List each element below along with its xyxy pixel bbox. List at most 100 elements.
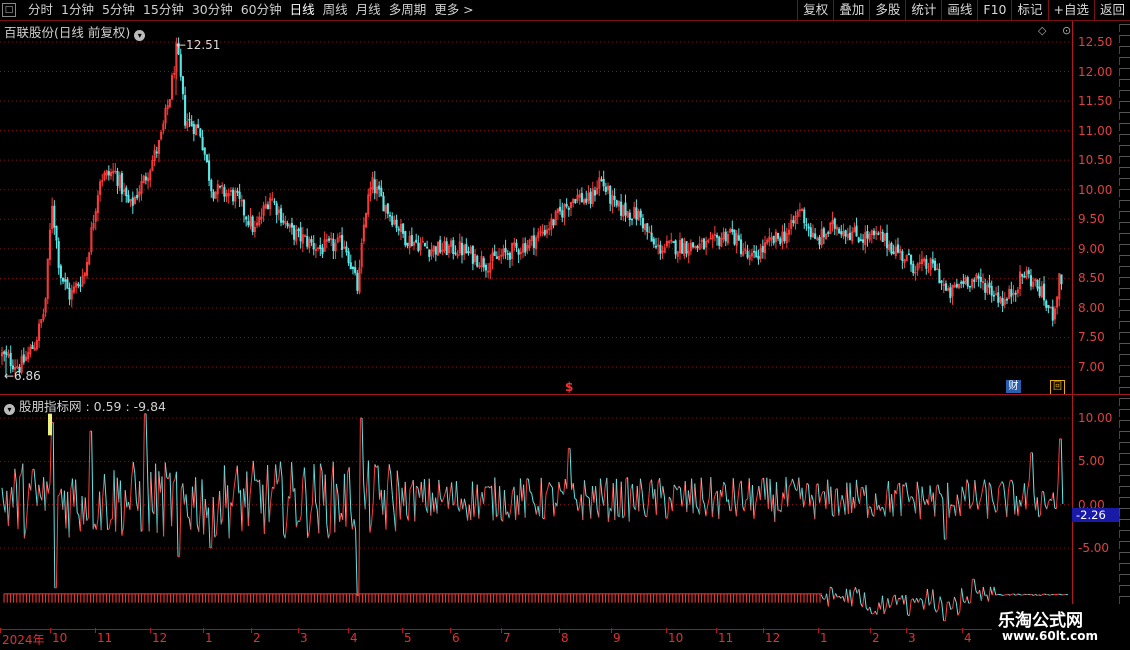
- bottom-line-segment: [835, 593, 838, 598]
- tab-period-7[interactable]: 周线: [319, 0, 352, 20]
- replay-icon[interactable]: 回: [1050, 380, 1065, 395]
- indicator-line-segment: [702, 499, 705, 505]
- indicator-line-segment: [855, 479, 859, 498]
- time-axis-label: 4: [350, 631, 358, 645]
- indicator-line-segment: [145, 413, 149, 475]
- toolbar-button-7[interactable]: +自选: [1047, 0, 1094, 20]
- indicator-line-segment: [315, 502, 318, 510]
- indicator-line-segment: [339, 512, 342, 523]
- toolbar-button-2[interactable]: 多股: [869, 0, 905, 20]
- indicator-line-segment: [947, 482, 950, 518]
- candle-body: [589, 191, 592, 204]
- bottom-line-segment: [1008, 594, 1011, 596]
- tab-period-5[interactable]: 60分钟: [237, 0, 286, 20]
- indicator-line-segment: [662, 486, 665, 498]
- price-tick-label: 12.50: [1078, 35, 1113, 49]
- right-strip-glyph: [1119, 233, 1130, 241]
- indicator-line-segment: [100, 496, 104, 531]
- bottom-line-segment: [869, 606, 873, 614]
- toolbar-button-3[interactable]: 统计: [905, 0, 941, 20]
- indicator-line-segment: [510, 491, 513, 510]
- finance-icon[interactable]: 财: [1006, 380, 1021, 393]
- indicator-line-segment: [700, 477, 704, 500]
- candle-body: [635, 207, 638, 220]
- indicator-line-segment: [785, 477, 789, 507]
- candle-body: [962, 281, 965, 284]
- time-axis[interactable]: 2024年 10 11 12 1 2 3 4 5 6 7 8 9 10 11 12 1 2 3 4: [0, 628, 1000, 649]
- indicator-line-segment: [1003, 484, 1006, 500]
- time-axis-line: [0, 629, 1130, 630]
- toolbar-button-8[interactable]: 返回: [1093, 0, 1130, 20]
- indicator-line-segment: [827, 479, 830, 505]
- right-info-strip[interactable]: [1118, 20, 1130, 630]
- indicator-line-segment: [515, 495, 518, 521]
- right-strip-glyph: [1119, 442, 1130, 450]
- tab-period-3[interactable]: 15分钟: [139, 0, 188, 20]
- candle-body: [822, 228, 825, 238]
- indicator-line-segment: [105, 498, 109, 530]
- toolbar-button-5[interactable]: F10: [977, 0, 1011, 20]
- price-tick-label: 7.00: [1078, 360, 1105, 374]
- indicator-line-segment: [350, 511, 353, 530]
- bottom-line-segment: [883, 607, 887, 615]
- indicator-line-segment: [820, 491, 824, 497]
- right-strip-glyph: [1119, 288, 1130, 296]
- candle-body: [275, 203, 278, 215]
- indicator-line-segment: [724, 484, 728, 502]
- time-axis-label: 2: [872, 631, 880, 645]
- tab-period-1[interactable]: 1分钟: [57, 0, 98, 20]
- indicator-line-segment: [246, 471, 249, 527]
- candle-body: [266, 204, 270, 209]
- toolbar-button-0[interactable]: 复权: [797, 0, 833, 20]
- indicator-line-segment: [513, 486, 517, 521]
- indicator-line-segment: [780, 492, 784, 513]
- toolbar-button-6[interactable]: 标记: [1011, 0, 1047, 20]
- tab-period-6[interactable]: 日线: [286, 0, 319, 20]
- candle-body: [604, 186, 607, 192]
- indicator-line-segment: [755, 495, 758, 505]
- indicator-line-segment: [116, 477, 120, 503]
- indicator-line-segment: [372, 464, 376, 503]
- dividend-marker[interactable]: $: [565, 380, 573, 394]
- candle-body: [692, 242, 695, 248]
- indicator-line-segment: [527, 478, 531, 492]
- candle-body: [567, 207, 570, 210]
- low-price-label: ←6.86: [4, 369, 41, 383]
- indicator-line-segment: [699, 477, 702, 515]
- indicator-line-segment: [1039, 491, 1043, 515]
- price-candlestick-chart[interactable]: [0, 21, 1072, 394]
- candle-body: [992, 294, 995, 297]
- indicator-line-segment: [759, 479, 763, 501]
- toolbar-button-1[interactable]: 叠加: [833, 0, 869, 20]
- tab-period-4[interactable]: 30分钟: [188, 0, 237, 20]
- right-strip-glyph: [1119, 200, 1130, 208]
- candle-body: [127, 194, 130, 203]
- tab-period-2[interactable]: 5分钟: [98, 0, 139, 20]
- candle-body: [395, 219, 398, 229]
- right-strip-glyph: [1119, 409, 1130, 417]
- candle-body: [532, 235, 535, 248]
- candle-body: [857, 237, 860, 243]
- tab-period-0[interactable]: 分时: [24, 0, 57, 20]
- indicator-line-segment: [955, 494, 958, 517]
- toolbar-button-4[interactable]: 画线: [941, 0, 977, 20]
- indicator-line-segment: [892, 490, 896, 517]
- indicator-line-segment: [595, 486, 598, 510]
- bottom-line-segment: [845, 588, 849, 603]
- indicator-line-segment: [731, 478, 734, 511]
- indicator-line-segment: [563, 479, 566, 495]
- candle-body: [22, 354, 25, 363]
- indicator-line-segment: [284, 521, 288, 539]
- time-axis-label: 6: [452, 631, 460, 645]
- indicator-chart[interactable]: [0, 395, 1072, 630]
- tab-period-10[interactable]: 更多 >: [430, 0, 477, 20]
- back-square-icon[interactable]: □: [2, 3, 16, 17]
- tab-period-9[interactable]: 多周期: [385, 0, 431, 20]
- indicator-line-segment: [919, 486, 923, 520]
- bottom-line-segment: [966, 596, 970, 604]
- tab-period-8[interactable]: 月线: [352, 0, 385, 20]
- candle-body: [602, 178, 605, 187]
- candle-body: [517, 249, 520, 255]
- right-strip-glyph: [1119, 167, 1130, 175]
- bottom-line-segment: [1040, 594, 1043, 596]
